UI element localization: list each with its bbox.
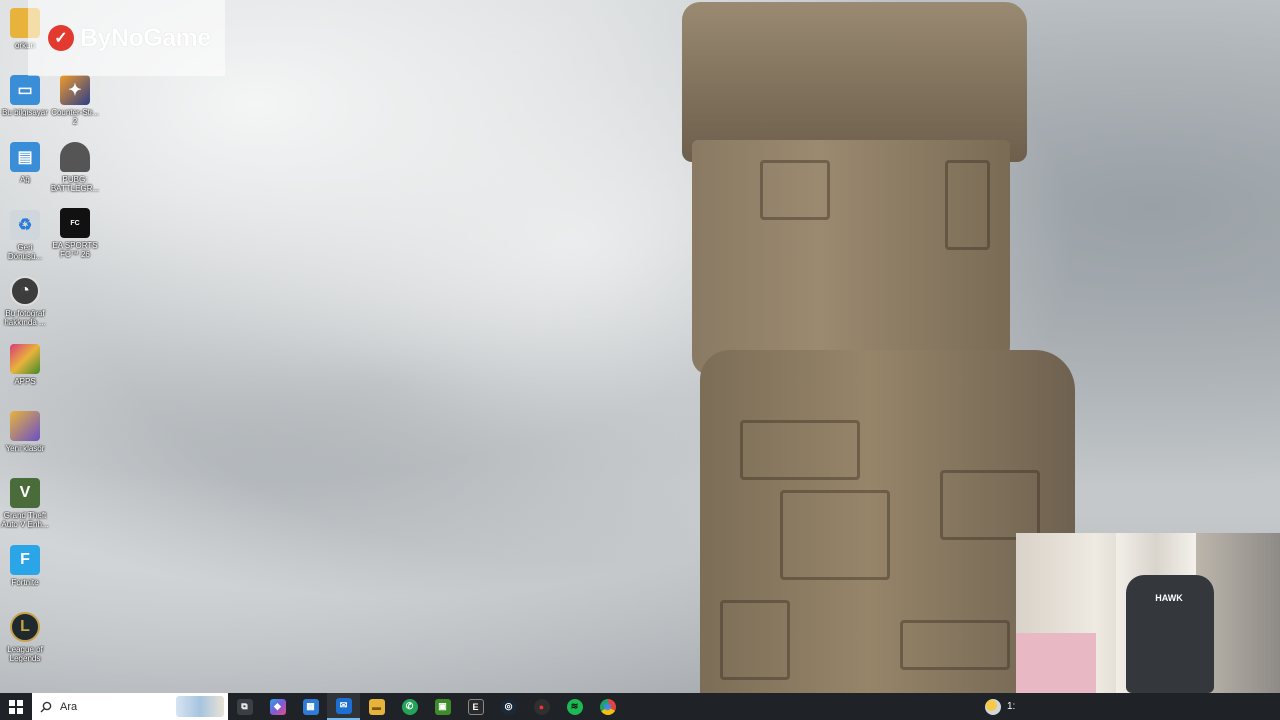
taskbar: Ara ⧉ ◆ ▦ ✉ ▬ ✆ ▣ E ◎ ● ≋ ◉ 1: <box>0 693 1280 720</box>
stone-carving <box>740 420 860 480</box>
desktop-icon-this-pc[interactable]: ▭ Bu bilgisayar <box>0 75 50 117</box>
weather-icon[interactable] <box>985 698 1001 715</box>
desktop-icon-counter-strike[interactable]: ✦ Counter-Str... 2 <box>50 75 100 126</box>
league-icon: L <box>10 612 40 642</box>
desktop-icon-ea-fc[interactable]: FC EA SPORTS FC™ 26 <box>50 208 100 259</box>
network-icon: ▤ <box>10 142 40 172</box>
task-view-icon: ⧉ <box>236 698 253 715</box>
desktop-icon-pubg[interactable]: PUBG: BATTLEGR... <box>50 142 100 193</box>
taskbar-clock[interactable]: 1: <box>1007 701 1015 712</box>
taskbar-chrome[interactable]: ◉ <box>591 693 624 720</box>
search-icon <box>40 701 52 712</box>
epic-games-icon: E <box>467 698 484 715</box>
search-placeholder: Ara <box>60 700 78 713</box>
taskbar-steam[interactable]: ◎ <box>492 693 525 720</box>
taskbar-file-explorer[interactable]: ▬ <box>360 693 393 720</box>
taskbar-epic-games[interactable]: E <box>459 693 492 720</box>
stone-carving <box>780 490 890 580</box>
desktop-icon-gta-v[interactable]: V Grand Theft Auto V Enh... <box>0 478 50 529</box>
search-highlight-image <box>176 696 224 717</box>
mail-icon: ✉ <box>335 697 352 714</box>
webcam-overlay: HAWK <box>1016 533 1280 693</box>
copilot-icon: ◆ <box>269 698 286 715</box>
taskbar-task-view[interactable]: ⧉ <box>228 693 261 720</box>
desktop-icon-about-photo[interactable]: ◔ Bu fotoğraf hakkında ... <box>0 276 50 327</box>
fortnite-icon: F <box>10 545 40 575</box>
system-tray: 1: <box>985 693 1015 720</box>
spotify-icon: ≋ <box>566 698 583 715</box>
desktop-icon-area: orkun ▭ Bu bilgisayar ✦ Counter-Str... 2… <box>0 0 110 693</box>
gta-v-icon: V <box>10 478 40 508</box>
taskbar-spotify[interactable]: ≋ <box>558 693 591 720</box>
start-button[interactable] <box>0 693 32 720</box>
cs2-icon: ✦ <box>60 75 90 105</box>
ea-fc-icon: FC <box>60 208 90 238</box>
stone-carving <box>945 160 990 250</box>
apps-folder-icon <box>10 344 40 374</box>
brand-logo-text: ByNoGame <box>80 23 211 52</box>
desktop-icon-new-folder[interactable]: Yeni klasör <box>0 411 50 453</box>
minecraft-icon: ▣ <box>434 698 451 715</box>
taskbar-copilot[interactable]: ◆ <box>261 693 294 720</box>
computer-icon: ▭ <box>10 75 40 105</box>
brand-watermark: ✓ ByNoGame <box>28 0 225 76</box>
stone-carving <box>760 160 830 220</box>
recycle-bin-icon: ♻ <box>10 210 40 240</box>
record-icon: ● <box>533 698 550 715</box>
desktop-icon-apps[interactable]: APPS <box>0 344 50 386</box>
windows-logo-icon <box>9 699 23 714</box>
desktop-icon-recycle-bin[interactable]: ♻ Geri Dönüşü... <box>0 210 50 261</box>
stone-carving <box>940 470 1040 540</box>
desktop-icon-league[interactable]: L League of Legends <box>0 612 50 663</box>
camera-info-icon: ◔ <box>10 276 40 306</box>
desktop-icon-network[interactable]: ▤ Ağ <box>0 142 50 184</box>
folder-icon <box>10 411 40 441</box>
stone-carving <box>900 620 1010 670</box>
chrome-icon: ◉ <box>599 698 616 715</box>
monolith-head <box>682 2 1027 162</box>
taskbar-store[interactable]: ▦ <box>294 693 327 720</box>
steam-icon: ◎ <box>500 698 517 715</box>
store-icon: ▦ <box>302 698 319 715</box>
bynogame-logo-icon: ✓ <box>48 25 74 51</box>
desktop-icon-fortnite[interactable]: F Fortnite <box>0 545 50 587</box>
taskbar-outlook[interactable]: ✉ <box>327 693 360 720</box>
folder-icon: ▬ <box>368 698 385 715</box>
taskbar-minecraft[interactable]: ▣ <box>426 693 459 720</box>
taskbar-obs[interactable]: ● <box>525 693 558 720</box>
webcam-bed <box>1016 633 1096 693</box>
pubg-helmet-icon <box>60 142 90 172</box>
chair-brand-label: HAWK <box>1155 593 1183 603</box>
taskbar-whatsapp[interactable]: ✆ <box>393 693 426 720</box>
stone-carving <box>720 600 790 680</box>
taskbar-search-box[interactable]: Ara <box>32 693 228 720</box>
whatsapp-icon: ✆ <box>401 698 418 715</box>
